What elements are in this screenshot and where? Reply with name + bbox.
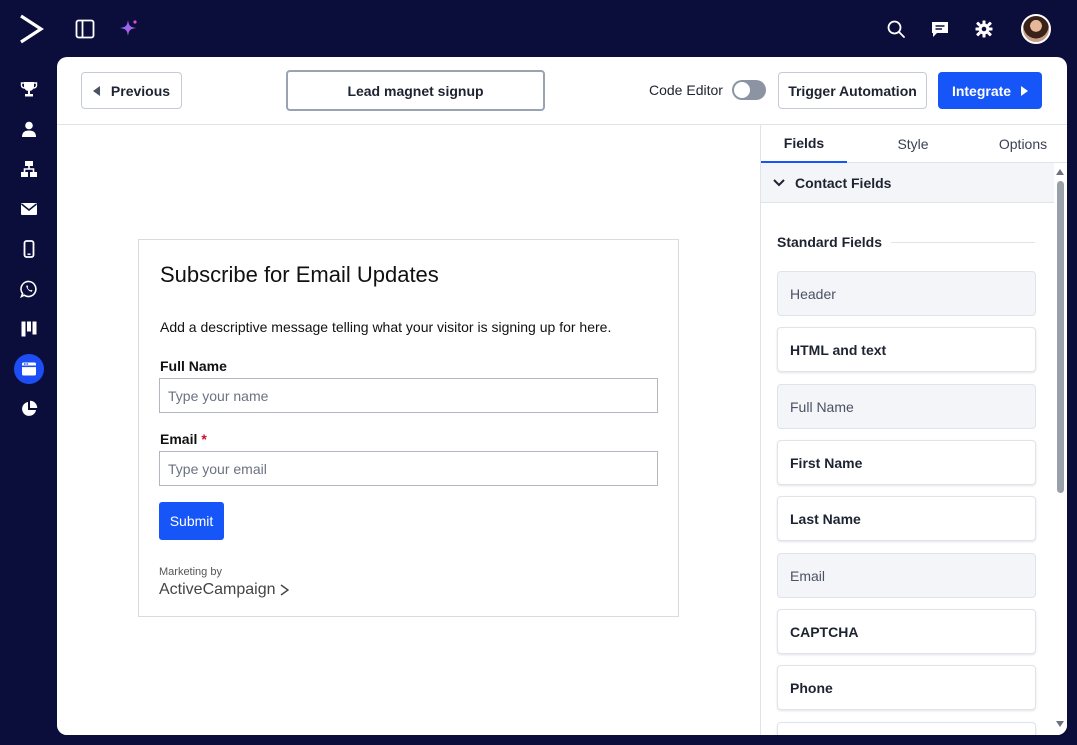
fields-panel: Fields Style Options Contact Fields Stan…	[760, 125, 1067, 735]
email-label-text: Email	[160, 431, 198, 447]
code-editor-control: Code Editor	[649, 80, 766, 100]
activecampaign-brand[interactable]: ActiveCampaign	[159, 581, 289, 599]
nav-item-campaigns[interactable]	[14, 194, 44, 224]
left-nav	[0, 57, 57, 745]
chevron-down-icon	[773, 178, 785, 186]
panel-tabs: Fields Style Options	[761, 125, 1067, 163]
scroll-thumb[interactable]	[1057, 181, 1064, 493]
form-name-field[interactable]: Lead magnet signup	[286, 70, 545, 111]
nav-item-sms[interactable]	[14, 234, 44, 264]
full-name-label[interactable]: Full Name	[160, 358, 227, 374]
form-description[interactable]: Add a descriptive message telling what y…	[160, 319, 611, 335]
trophy-icon	[20, 82, 38, 97]
code-editor-toggle[interactable]	[731, 80, 766, 100]
full-name-label-text: Full Name	[160, 358, 227, 374]
nav-item-whatsapp[interactable]	[14, 274, 44, 304]
marketing-by-text: Marketing by	[159, 566, 222, 578]
nav-item-goals[interactable]	[14, 74, 44, 104]
field-item-last-name[interactable]: Last Name	[777, 496, 1036, 541]
panel-scrollbar[interactable]	[1054, 163, 1067, 735]
tab-options[interactable]: Options	[983, 125, 1063, 163]
sitemap-icon	[21, 161, 37, 177]
kanban-icon	[21, 321, 37, 337]
ai-sparkle-icon[interactable]	[118, 18, 140, 40]
integrate-label: Integrate	[951, 82, 1012, 99]
form-builder: Previous Lead magnet signup Code Editor …	[57, 57, 1067, 735]
contact-fields-title: Contact Fields	[795, 174, 892, 191]
field-item-header[interactable]: Header	[777, 271, 1036, 316]
whatsapp-icon	[20, 280, 37, 298]
tab-fields[interactable]: Fields	[761, 125, 847, 163]
field-item-phone[interactable]: Phone	[777, 665, 1036, 710]
full-name-input[interactable]	[159, 378, 658, 413]
field-item-full-name[interactable]: Full Name	[777, 384, 1036, 429]
gear-icon[interactable]	[973, 18, 995, 40]
nav-item-forms[interactable]	[14, 354, 44, 384]
activecampaign-logo-icon[interactable]	[18, 14, 44, 44]
standard-fields-divider	[891, 242, 1035, 243]
previous-button[interactable]: Previous	[81, 72, 182, 109]
field-item-html-text[interactable]: HTML and text	[777, 327, 1036, 372]
forms-icon	[22, 362, 36, 376]
nav-item-deals[interactable]	[14, 314, 44, 344]
user-avatar[interactable]	[1021, 14, 1051, 44]
trigger-automation-label: Trigger Automation	[788, 82, 917, 99]
nav-item-reports[interactable]	[14, 394, 44, 424]
scroll-up-arrow-icon[interactable]	[1056, 169, 1064, 175]
code-editor-label: Code Editor	[649, 82, 723, 98]
caret-right-icon	[1021, 85, 1029, 96]
nav-item-contacts[interactable]	[14, 114, 44, 144]
sidebar-toggle-icon[interactable]	[74, 18, 96, 40]
nav-item-automations[interactable]	[14, 154, 44, 184]
caret-left-icon	[92, 85, 100, 96]
search-icon[interactable]	[885, 18, 907, 40]
form-preview[interactable]: Subscribe for Email Updates Add a descri…	[138, 239, 679, 617]
required-mark: *	[201, 431, 207, 447]
field-item-next[interactable]	[777, 722, 1036, 735]
user-icon	[22, 121, 36, 137]
brand-name: ActiveCampaign	[159, 581, 276, 598]
chat-icon[interactable]	[929, 18, 951, 40]
contact-fields-section[interactable]: Contact Fields	[761, 163, 1055, 203]
field-item-first-name[interactable]: First Name	[777, 440, 1036, 485]
field-item-captcha[interactable]: CAPTCHA	[777, 609, 1036, 654]
mobile-icon	[23, 240, 35, 258]
envelope-icon	[21, 203, 37, 215]
standard-fields-title: Standard Fields	[777, 234, 883, 250]
email-input[interactable]	[159, 451, 658, 486]
builder-toolbar: Previous Lead magnet signup Code Editor …	[57, 57, 1067, 125]
form-canvas: Subscribe for Email Updates Add a descri…	[57, 125, 760, 735]
form-name-text: Lead magnet signup	[347, 82, 484, 99]
tab-style[interactable]: Style	[873, 125, 953, 163]
submit-button[interactable]: Submit	[159, 502, 224, 540]
email-label[interactable]: Email *	[160, 431, 207, 447]
form-title[interactable]: Subscribe for Email Updates	[160, 262, 439, 288]
scroll-down-arrow-icon[interactable]	[1056, 721, 1064, 727]
previous-button-label: Previous	[110, 82, 171, 99]
top-bar	[0, 0, 1077, 57]
integrate-button[interactable]: Integrate	[938, 72, 1042, 109]
pie-chart-icon	[22, 400, 38, 416]
field-item-email[interactable]: Email	[777, 553, 1036, 598]
brand-chevron-icon	[280, 584, 289, 596]
trigger-automation-button[interactable]: Trigger Automation	[778, 72, 927, 109]
